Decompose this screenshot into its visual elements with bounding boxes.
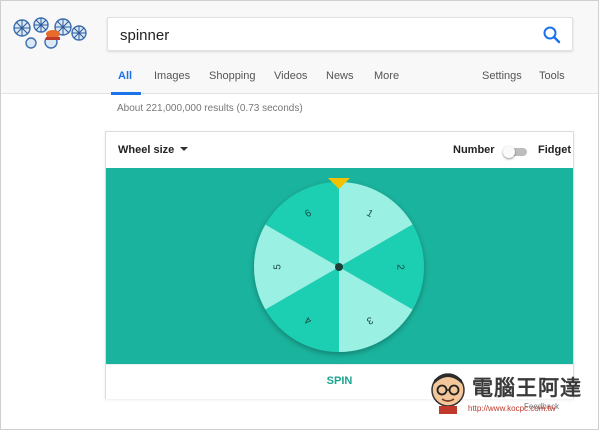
search-header: All Images Shopping Videos News More Set… <box>1 1 598 95</box>
search-icon[interactable] <box>542 25 562 45</box>
caret-down-icon <box>180 147 189 151</box>
spin-button[interactable]: SPIN <box>306 375 373 387</box>
active-tab-indicator <box>111 92 141 95</box>
spinner-wheel-canvas: 123456 <box>254 178 424 352</box>
tab-settings[interactable]: Settings <box>482 70 522 82</box>
wheel-size-label: Wheel size <box>118 144 175 156</box>
search-tabs: All Images Shopping Videos News More Set… <box>107 67 577 95</box>
spinner-stage: 123456 <box>106 168 573 364</box>
watermark-url: http://www.kocpc.com.tw <box>468 404 556 413</box>
site-watermark: 電腦王阿達 http://www.kocpc.com.tw <box>428 368 596 418</box>
wheel-hub <box>335 263 343 271</box>
tab-images[interactable]: Images <box>154 70 190 82</box>
google-doodle-icon[interactable] <box>11 15 89 51</box>
tab-shopping[interactable]: Shopping <box>209 70 256 82</box>
mode-number-label: Number <box>453 144 495 156</box>
mode-fidget-label: Fidget <box>538 144 571 156</box>
search-input[interactable] <box>120 26 520 44</box>
watermark-title: 電腦王阿達 <box>472 376 582 400</box>
tab-label: All <box>118 70 133 82</box>
mode-toggle[interactable] <box>503 146 527 158</box>
tab-more[interactable]: More <box>374 70 399 82</box>
mascot-logo-icon <box>431 373 465 414</box>
wheel-number-label: 2 <box>395 264 406 270</box>
spinner-card: Wheel size Number Fidget 123456 SPIN <box>105 131 574 399</box>
result-stats: About 221,000,000 results (0.73 seconds) <box>117 103 303 114</box>
toggle-knob <box>503 146 515 158</box>
tab-all[interactable]: All <box>118 70 132 82</box>
search-box[interactable] <box>107 17 573 51</box>
wheel-number-label: 5 <box>272 264 283 270</box>
wheel-size-dropdown[interactable]: Wheel size <box>118 144 189 156</box>
spinner-wheel[interactable]: 123456 <box>254 182 424 352</box>
tab-news[interactable]: News <box>326 70 354 82</box>
spinner-toolbar: Wheel size Number Fidget <box>106 132 573 168</box>
tab-videos[interactable]: Videos <box>274 70 307 82</box>
tab-tools[interactable]: Tools <box>539 70 565 82</box>
